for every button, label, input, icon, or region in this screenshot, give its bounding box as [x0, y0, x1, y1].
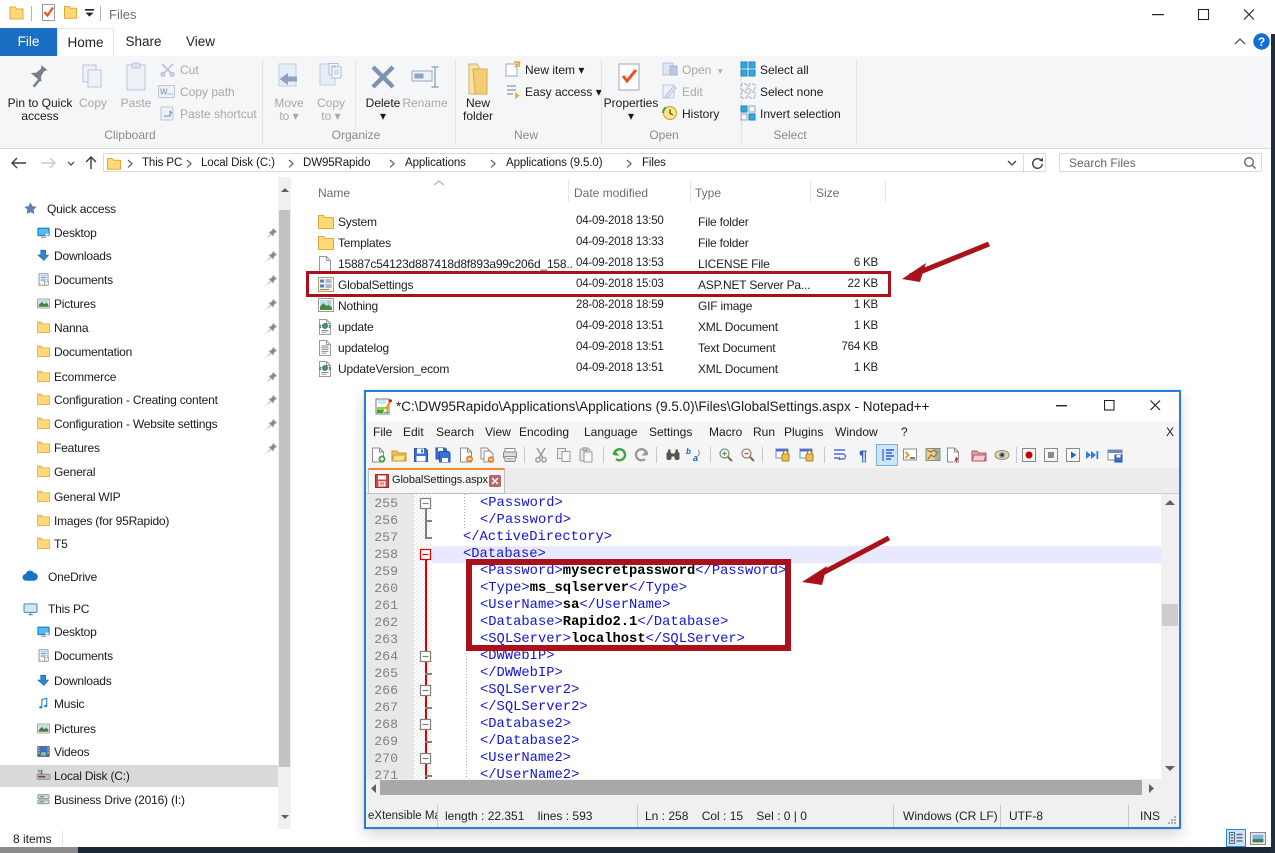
svg-text:a: a: [693, 453, 698, 463]
svg-text:?: ?: [1258, 35, 1265, 49]
svg-text:¶: ¶: [859, 448, 867, 464]
svg-text:W...: W...: [160, 88, 174, 97]
svg-text:b: b: [686, 447, 691, 456]
